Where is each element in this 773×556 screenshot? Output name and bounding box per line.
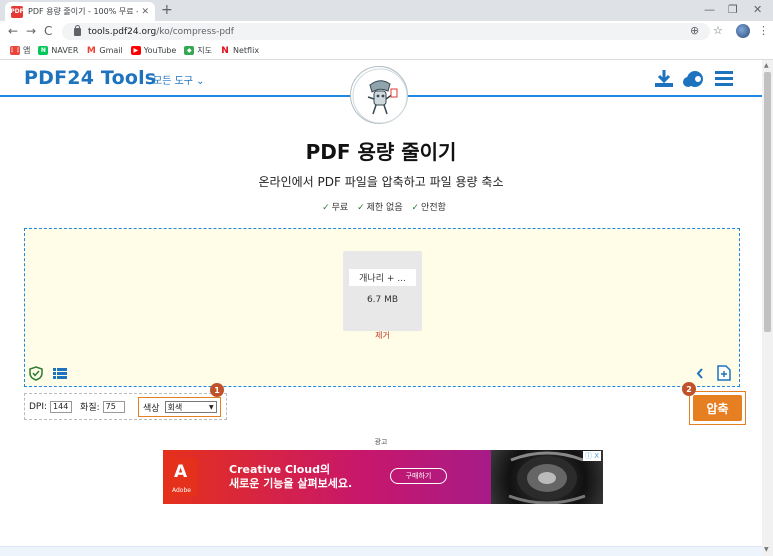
minimize-icon[interactable]: — — [704, 3, 715, 16]
all-tools-menu[interactable]: 모든 도구 ⌄ — [153, 72, 205, 87]
page-bottom-strip — [0, 546, 762, 556]
pdf24-favicon-icon: PDF — [10, 5, 24, 18]
profile-avatar[interactable] — [736, 24, 750, 38]
quality-label: 화질: — [80, 403, 100, 413]
bookmark-naver[interactable]: N NAVER — [38, 46, 78, 55]
apps-grid-icon: ⋮⋮ — [9, 46, 21, 55]
file-size: 6.7 MB — [366, 295, 399, 305]
dropdown-arrow-icon: ▼ — [208, 403, 214, 411]
page-scrollbar[interactable]: ▲ ▼ — [762, 60, 773, 556]
compression-options: DPI: 화질: 색상 회색 ▼ — [24, 393, 227, 420]
feature-list: ✓ 무료 ✓ 제한 없음 ✓ 안전함 — [322, 203, 446, 213]
site-header: PDF24 Tools 모든 도구 ⌄ — [0, 60, 762, 124]
tab-close-icon[interactable]: ✕ — [141, 7, 149, 17]
new-tab-button[interactable]: + — [161, 2, 173, 18]
page-subtitle: 온라인에서 PDF 파일을 압축하고 파일 용량 축소 — [258, 175, 504, 189]
youtube-icon: ▶ — [130, 46, 141, 55]
check-icon: ✓ — [357, 203, 365, 213]
compress-highlight: 압축 — [689, 391, 746, 425]
chevron-down-icon: ⌄ — [196, 76, 205, 87]
ad-banner[interactable]: A Adobe Creative Cloud의 새로운 기능을 살펴보세요. 구… — [163, 450, 603, 504]
color-select[interactable]: 회색 ▼ — [164, 401, 217, 413]
gmail-icon: M — [86, 45, 97, 56]
scroll-down-icon[interactable]: ▼ — [764, 546, 769, 553]
adobe-logo-icon: A — [174, 462, 188, 482]
add-icon[interactable]: ⊕ — [690, 24, 699, 37]
bookmarks-bar: ⋮⋮ 앱 N NAVER M Gmail ▶ YouTube ◆ 지도 N Ne… — [0, 42, 773, 60]
bookmark-netflix[interactable]: N Netflix — [220, 45, 259, 56]
step-badge-1: 1 — [210, 383, 224, 397]
check-icon: ✓ — [322, 203, 330, 213]
compress-button[interactable]: 압축 — [693, 395, 742, 421]
bookmark-star-icon[interactable]: ☆ — [713, 24, 723, 37]
page-title: PDF 용량 줄이기 — [305, 140, 457, 164]
window-close-icon[interactable]: ✕ — [753, 3, 762, 16]
address-bar[interactable]: tools.pdf24.org/ko/compress-pdf — [62, 23, 710, 40]
lock-icon — [74, 24, 81, 36]
browser-tab[interactable]: PDF PDF 용량 줄이기 - 100% 무료 - ✕ — [5, 2, 155, 21]
url-path: /ko/compress-pdf — [156, 26, 234, 37]
back-icon[interactable]: ← — [8, 24, 18, 38]
ad-label: 광고 — [374, 438, 388, 446]
cloud-icon[interactable] — [683, 69, 705, 91]
bookmark-maps[interactable]: ◆ 지도 — [184, 45, 212, 56]
site-logo[interactable]: PDF24 Tools — [24, 67, 156, 89]
maximize-icon[interactable]: ❐ — [728, 3, 738, 16]
ad-close-icon[interactable]: ⓘ X — [582, 451, 601, 461]
step-badge-2: 2 — [682, 382, 696, 396]
bookmark-gmail[interactable]: M Gmail — [86, 45, 123, 56]
ad-headline: Creative Cloud의 새로운 기능을 살펴보세요. — [229, 463, 353, 490]
hamburger-menu-icon[interactable] — [714, 69, 734, 91]
adobe-logo: A Adobe — [169, 458, 197, 496]
remove-file-link[interactable]: 제거 — [343, 330, 422, 341]
bookmark-apps[interactable]: ⋮⋮ 앱 — [9, 45, 30, 56]
add-file-icon[interactable] — [717, 365, 731, 384]
maps-icon: ◆ — [184, 46, 195, 55]
menu-kebab-icon[interactable]: ⋮ — [758, 24, 769, 37]
url-host: tools.pdf24.org — [88, 26, 157, 37]
file-drop-zone[interactable]: 개나리 + ... 6.7 MB 제거 — [24, 228, 740, 387]
netflix-icon: N — [220, 45, 231, 56]
tab-title: PDF 용량 줄이기 - 100% 무료 - — [28, 7, 138, 16]
browser-toolbar: ← → C tools.pdf24.org/ko/compress-pdf ⊕ … — [0, 21, 773, 42]
dpi-input[interactable] — [50, 400, 73, 413]
chevron-left-icon[interactable] — [696, 368, 704, 382]
color-option: 색상 회색 ▼ — [138, 397, 221, 417]
color-label: 색상 — [143, 403, 160, 414]
naver-icon: N — [38, 46, 49, 55]
file-name: 개나리 + ... — [349, 269, 416, 286]
bookmark-youtube[interactable]: ▶ YouTube — [130, 46, 176, 55]
check-icon: ✓ — [411, 203, 420, 213]
shield-check-icon[interactable] — [29, 366, 43, 384]
ad-buy-button[interactable]: 구매하기 — [390, 468, 447, 484]
list-view-icon[interactable] — [53, 368, 67, 382]
reload-icon[interactable]: C — [44, 24, 52, 38]
adobe-brand-text: Adobe — [172, 487, 191, 494]
browser-tab-strip: PDF PDF 용량 줄이기 - 100% 무료 - ✕ + — ❐ ✕ — [0, 0, 773, 21]
scroll-thumb[interactable] — [764, 72, 771, 332]
quality-input[interactable] — [102, 400, 125, 413]
download-icon[interactable] — [654, 69, 674, 91]
file-thumbnail[interactable]: 개나리 + ... 6.7 MB — [343, 251, 422, 331]
forward-icon[interactable]: → — [26, 24, 36, 38]
dpi-label: DPI: — [29, 401, 48, 412]
scroll-up-icon[interactable]: ▲ — [764, 62, 769, 69]
pdf24-mascot-logo — [350, 66, 408, 124]
